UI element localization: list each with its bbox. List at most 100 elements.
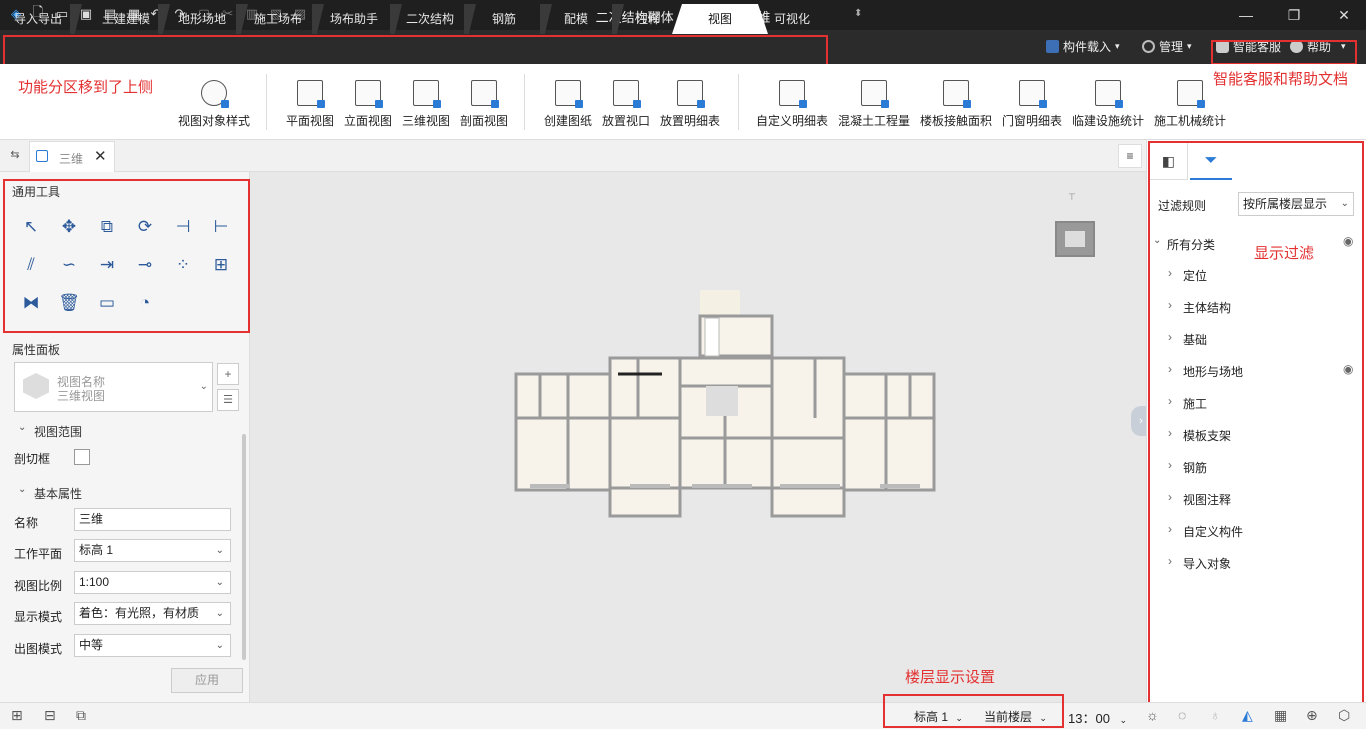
display-mode-label: 显示模式 (14, 610, 63, 624)
output-mode-label: 出图模式 (14, 642, 63, 656)
output-mode-select[interactable]: 中等 ⌄ (74, 634, 231, 657)
3d-view-icon (36, 150, 48, 162)
view-object-style-button[interactable]: 视图对象样式 (176, 80, 252, 129)
tab-view[interactable]: 视图 (672, 4, 768, 34)
ribbon-label: 门窗明细表 (1001, 114, 1062, 128)
sun-icon[interactable]: ☼ (1146, 707, 1159, 723)
document-tab-bar (0, 140, 1146, 172)
tab-layout-assistant[interactable]: 场布助手 (318, 4, 390, 34)
door-window-icon (1019, 80, 1047, 108)
tab-import-export[interactable]: 导入导出 (6, 4, 70, 34)
tab-rebar[interactable]: 钢筋 (468, 4, 540, 34)
add-icon[interactable]: + (217, 363, 239, 385)
zoom-icon[interactable]: ⊕ (1306, 707, 1318, 724)
menu-icon[interactable]: ≡ (1118, 144, 1142, 168)
section-box-icon[interactable]: ▦ (1274, 707, 1287, 724)
layout-grid-icon[interactable]: ⊞ (11, 707, 23, 724)
close-icon[interactable]: ✕ (94, 147, 107, 165)
name-label: 名称 (14, 516, 39, 530)
plan-view-icon (297, 80, 325, 108)
doc-tab-3d[interactable]: 三维 ✕ (29, 141, 115, 172)
close-icon[interactable]: ✕ (1334, 5, 1354, 25)
render-icon[interactable]: ◭ (1242, 707, 1253, 724)
temp-facility-stats-button[interactable]: 临建设施统计 (1070, 80, 1146, 129)
place-viewport-icon (613, 80, 641, 108)
doc-tab-label: 三维 (59, 152, 84, 166)
section-view-icon (471, 80, 499, 108)
component-load-label: 构件载入 (1063, 40, 1112, 54)
work-plane-label: 工作平面 (14, 547, 63, 561)
ribbon-label: 立面视图 (343, 114, 392, 128)
plan-view-button[interactable]: 平面视图 (284, 80, 336, 129)
create-drawing-button[interactable]: 创建图纸 (542, 80, 594, 129)
tile-icon[interactable]: ⊟ (44, 707, 56, 724)
view-scale-select[interactable]: 1:100 ⌄ (74, 571, 231, 594)
time-select[interactable]: 13：00 ⌄ (1068, 708, 1127, 727)
properties-scrollbar[interactable] (242, 434, 246, 660)
concrete-quantity-button[interactable]: 混凝土工程量 (836, 80, 912, 129)
shadow-icon[interactable]: ◌ (1178, 707, 1186, 723)
schedule-icon (677, 80, 705, 108)
work-plane-select[interactable]: 标高 1 ⌄ (74, 539, 231, 562)
machinery-stats-button[interactable]: 施工机械统计 (1152, 80, 1228, 129)
basic-properties-section[interactable]: 基本属性 (34, 485, 82, 502)
tab-visualization[interactable]: 可视化 (760, 4, 824, 34)
gear-icon (1142, 40, 1155, 53)
title-dropdown-icon[interactable]: ⬍ (854, 8, 862, 19)
filter-highlight-box (1148, 141, 1364, 706)
ribbon-label: 楼板接触面积 (919, 114, 992, 128)
chevron-down-icon[interactable]: ⌄ (18, 422, 26, 433)
chevron-down-icon: ⌄ (215, 608, 224, 619)
view-type-selector[interactable]: 视图名称 三维视图 ⌄ (14, 362, 213, 412)
apply-button[interactable]: 应用 (171, 668, 243, 693)
manage-label: 管理 (1159, 40, 1184, 54)
component-load-menu[interactable]: 构件载入 ▾ (1046, 38, 1120, 55)
chevron-down-icon: ⌄ (199, 381, 208, 392)
3d-view-icon (413, 80, 441, 108)
view-scale-label: 视图比例 (14, 579, 63, 593)
restore-icon[interactable]: ❐ (1284, 5, 1304, 25)
view-range-section[interactable]: 视图范围 (34, 423, 82, 440)
chevron-down-icon[interactable]: ⌄ (18, 484, 26, 495)
name-input[interactable]: 三维 (74, 508, 231, 531)
display-mode-select[interactable]: 着色：有光照，有材质 ⌄ (74, 602, 231, 625)
clip-box-checkbox[interactable] (74, 449, 90, 465)
floor-plan-model (514, 290, 936, 518)
place-viewport-button[interactable]: 放置视口 (600, 80, 652, 129)
custom-schedule-button[interactable]: 自定义明细表 (754, 80, 830, 129)
display-mode-value: 着色：有光照，有材质 (79, 606, 200, 620)
tab-site-layout[interactable]: 施工场布 (242, 4, 314, 34)
slab-contact-area-button[interactable]: 楼板接触面积 (918, 80, 994, 129)
viewcube[interactable] (1055, 221, 1095, 257)
time-value: 13：00 (1068, 711, 1110, 726)
tab-annotation[interactable]: 注释 (612, 4, 684, 34)
floor-annotation: 楼层显示设置 (905, 669, 996, 686)
light-icon[interactable]: ♁ (1210, 707, 1221, 723)
slab-contact-icon (943, 80, 971, 108)
ribbon-label: 剖面视图 (459, 114, 508, 128)
tabs-highlight-box (3, 35, 828, 66)
tab-terrain[interactable]: 地形场地 (166, 4, 238, 34)
tab-civil-modeling[interactable]: 土建建模 (90, 4, 162, 34)
tab-list-icon[interactable]: ⇆ (6, 148, 24, 164)
minimize-icon[interactable]: — (1236, 5, 1256, 25)
ribbon-label: 混凝土工程量 (837, 114, 910, 128)
3d-view-button[interactable]: 三维视图 (400, 80, 452, 129)
manage-menu[interactable]: 管理 ▾ (1142, 38, 1192, 55)
floor-highlight-box (883, 694, 1064, 728)
section-view-button[interactable]: 剖面视图 (458, 80, 510, 129)
place-schedule-button[interactable]: 放置明细表 (658, 80, 722, 129)
tab-formwork[interactable]: 配模 (540, 4, 612, 34)
machinery-icon (1177, 80, 1205, 108)
chevron-down-icon: ⌄ (215, 577, 224, 588)
ribbon-label: 临建设施统计 (1071, 114, 1144, 128)
settings-icon[interactable]: ☰ (217, 389, 239, 411)
chevron-down-icon: ▾ (1187, 41, 1192, 51)
swap-view-icon[interactable]: ⧉ (76, 707, 86, 724)
ribbon-annotation: 功能分区移到了上侧 (18, 79, 154, 96)
tab-secondary-structure[interactable]: 二次结构 (394, 4, 466, 34)
cube-view-icon[interactable]: ⬡ (1338, 707, 1350, 724)
output-mode-value: 中等 (79, 638, 104, 652)
elevation-view-button[interactable]: 立面视图 (342, 80, 394, 129)
door-window-schedule-button[interactable]: 门窗明细表 (1000, 80, 1064, 129)
